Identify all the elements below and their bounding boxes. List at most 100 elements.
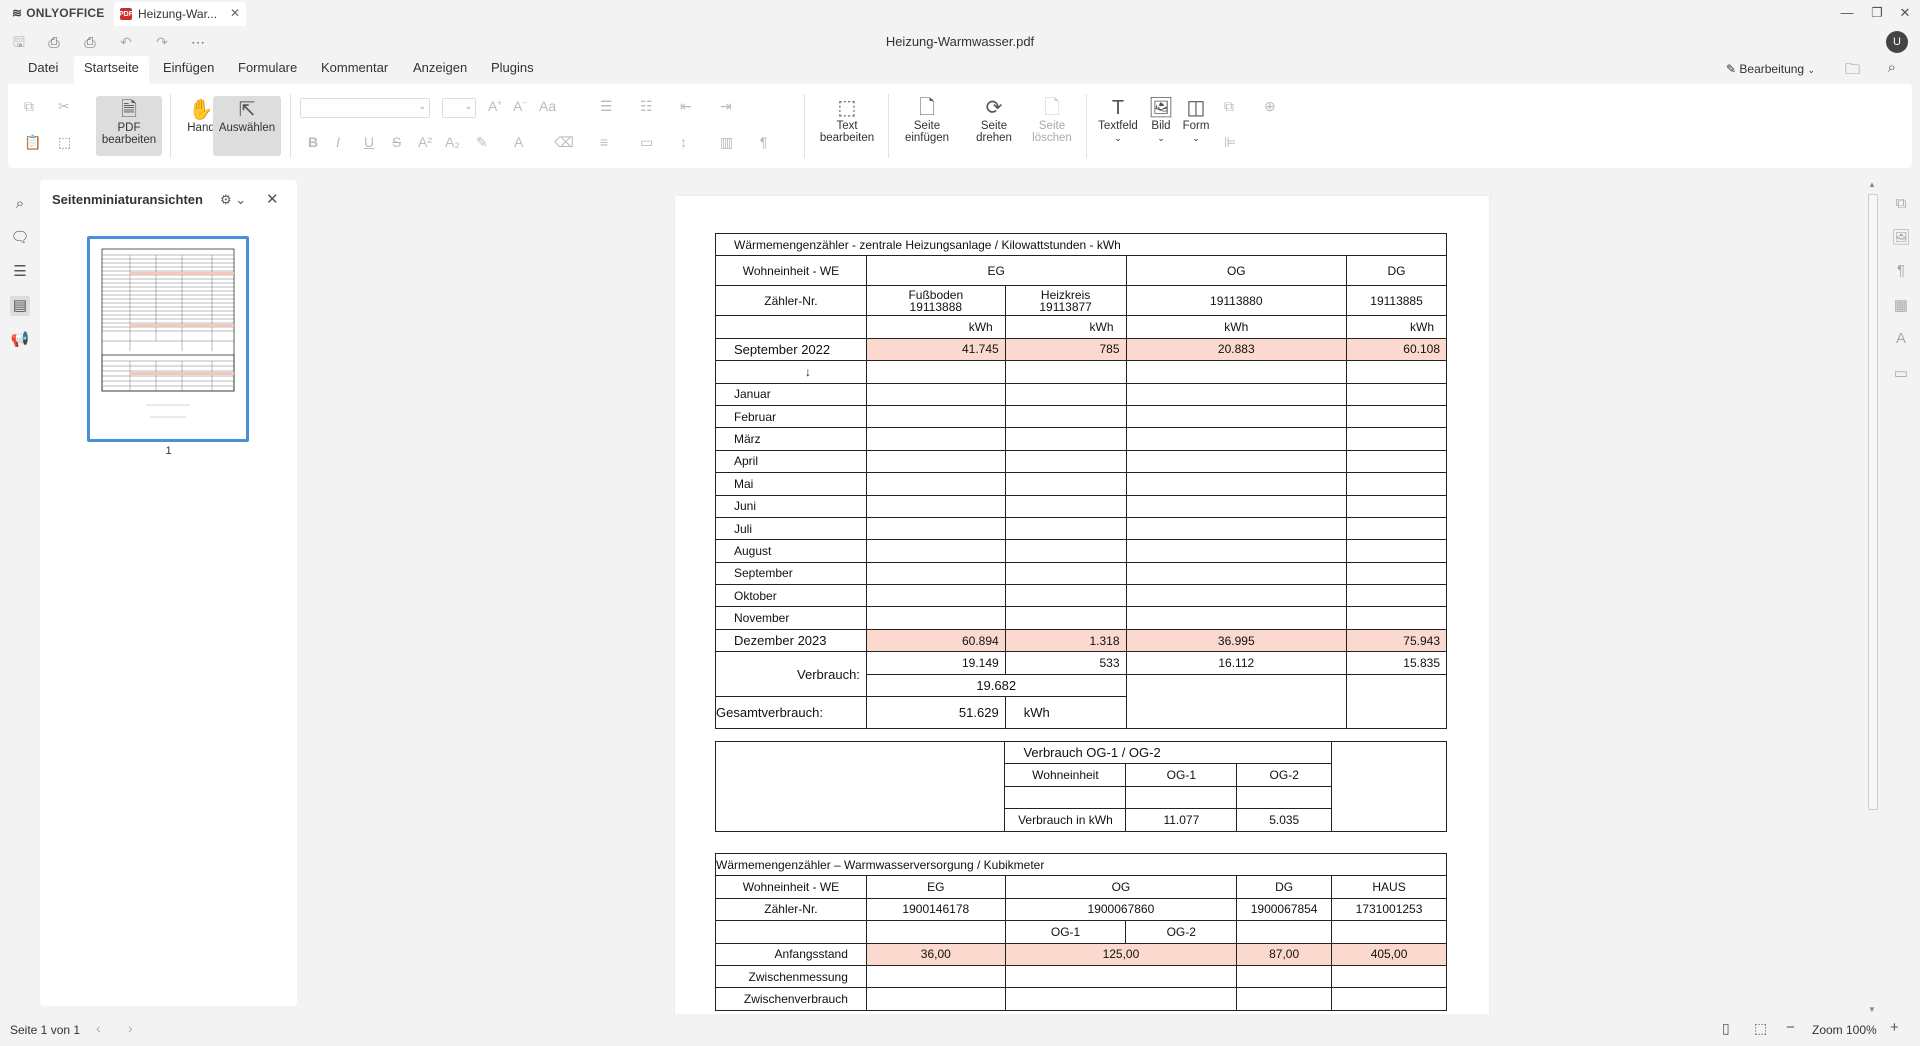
eg-circuit-meter: Heizkreis 19113877 (1004, 285, 1127, 317)
line-spacing-icon[interactable]: ↕ (680, 134, 687, 150)
shape-button[interactable]: ◫ Form ⌄ (1178, 96, 1214, 144)
scroll-up-icon[interactable]: ▲ (1868, 180, 1876, 189)
fit-width-icon[interactable]: ⬚ (1754, 1020, 1767, 1037)
meter-label: Zähler-Nr. (715, 897, 867, 922)
close-tab-icon[interactable]: ✕ (230, 6, 240, 20)
increase-font-icon[interactable]: A+ (488, 98, 502, 114)
redo-icon[interactable]: ↷ (151, 32, 173, 52)
font-color-icon[interactable]: A (514, 134, 523, 150)
edit-mode-dropdown[interactable]: ✎ Bearbeitung ⌄ (1726, 62, 1815, 76)
fit-page-icon[interactable]: ▯ (1722, 1020, 1730, 1037)
font-family-select[interactable]: ⌄ (300, 98, 430, 118)
text-edit-button[interactable]: ⬚ Text bearbeiten (816, 96, 878, 144)
italic-icon[interactable]: I (336, 134, 340, 150)
restore-icon[interactable]: ❐ (1868, 5, 1886, 21)
bold-icon[interactable]: B (308, 134, 318, 150)
textfield-button[interactable]: T Textfeld ⌄ (1090, 96, 1146, 144)
select-tool-button[interactable]: ⇱ Auswählen (213, 96, 281, 156)
tab-einfuegen[interactable]: Einfügen (153, 56, 224, 84)
quick-print-icon[interactable]: ⎙ (79, 32, 101, 52)
columns-icon[interactable]: ▥ (720, 134, 733, 151)
tab-plugins[interactable]: Plugins (481, 56, 544, 84)
decrease-indent-icon[interactable]: ⇤ (680, 98, 692, 115)
print-icon[interactable]: ⎙ (43, 32, 65, 52)
more-icon[interactable]: ⋯ (187, 32, 209, 52)
month-label: Mai (715, 472, 867, 496)
water-title: Wärmemengenzähler – Warmwasserversorgung… (715, 852, 1447, 877)
image-settings-icon[interactable]: 🖼 (1891, 228, 1911, 246)
save-icon[interactable]: 🖫 (8, 32, 30, 52)
pdf-edit-button[interactable]: 🗎 PDF bearbeiten (96, 96, 162, 156)
consumption-label: Verbrauch: (715, 651, 867, 698)
minimize-icon[interactable]: — (1838, 5, 1856, 20)
increase-indent-icon[interactable]: ⇥ (720, 98, 732, 115)
delete-page-button[interactable]: 🗋 Seite löschen (1026, 96, 1078, 144)
document-title: Heizung-Warmwasser.pdf (885, 34, 1035, 49)
subscript-icon[interactable]: A₂ (445, 134, 460, 150)
zoom-in-icon[interactable]: + (1890, 1019, 1899, 1036)
tab-formulare[interactable]: Formulare (228, 56, 307, 84)
align-objects-icon[interactable]: ⊫ (1224, 134, 1236, 151)
undo-icon[interactable]: ↶ (115, 32, 137, 52)
copy-icon[interactable]: ⧉ (24, 98, 34, 115)
change-case-icon[interactable]: Aa (539, 98, 556, 114)
page-indicator[interactable]: Seite 1 von 1 (10, 1023, 80, 1037)
previous-page-icon[interactable]: ‹ (96, 1020, 101, 1036)
insert-page-button[interactable]: 🗋 Seite einfügen (896, 96, 958, 144)
search-icon[interactable]: ⌕ (1888, 59, 1896, 76)
scrollbar-thumb[interactable] (1868, 194, 1878, 810)
tab-anzeigen[interactable]: Anzeigen (403, 56, 477, 84)
page-thumbnail-preview (101, 248, 235, 418)
feedback-icon[interactable]: 📢 (10, 330, 30, 350)
menu-tabs: Datei Startseite Einfügen Formulare Komm… (0, 56, 1920, 84)
vertical-scrollbar[interactable]: ▲ ▼ (1866, 180, 1880, 1014)
table-settings-icon[interactable]: ▦ (1891, 296, 1911, 314)
thumbnail-settings-icon[interactable]: ⚙ ⌄ (220, 192, 246, 208)
form-settings-icon[interactable]: ▭ (1891, 364, 1911, 382)
bullet-list-icon[interactable]: ☰ (600, 98, 613, 115)
table-row: Oktober (715, 584, 1447, 608)
close-window-icon[interactable]: ✕ (1896, 5, 1914, 21)
user-avatar[interactable]: U (1886, 31, 1908, 53)
decrease-font-icon[interactable]: A− (513, 98, 527, 114)
align-left-icon[interactable]: ≡ (600, 134, 608, 150)
group-icon[interactable]: ⊕ (1264, 98, 1276, 115)
comments-icon[interactable]: 🗨 (10, 228, 30, 248)
superscript-icon[interactable]: A² (418, 134, 432, 150)
scroll-down-icon[interactable]: ▼ (1868, 1005, 1876, 1014)
numbered-list-icon[interactable]: ☷ (640, 98, 653, 115)
open-file-location-icon[interactable]: 🗀 (1845, 59, 1860, 84)
font-size-select[interactable]: ⌄ (442, 98, 476, 118)
document-canvas[interactable]: Wärmemengenzähler - zentrale Heizungsanl… (297, 180, 1857, 1014)
paragraph-icon[interactable]: ¶ (760, 134, 768, 150)
page-thumbnail[interactable] (87, 236, 249, 442)
zoom-out-icon[interactable]: − (1786, 1019, 1795, 1036)
og-meter: 19113880 (1125, 285, 1348, 317)
close-panel-icon[interactable]: ✕ (266, 190, 279, 208)
select-all-icon[interactable]: ⬚ (58, 134, 71, 151)
underline-icon[interactable]: U (364, 134, 374, 150)
thumbnails-icon[interactable]: ▤ (10, 296, 30, 316)
paste-icon[interactable]: 📋 (24, 134, 41, 151)
cut-icon[interactable]: ✂ (58, 98, 70, 115)
eraser-icon[interactable]: ⌫ (554, 134, 574, 151)
highlight-icon[interactable]: ✎ (476, 134, 488, 151)
tab-datei[interactable]: Datei (18, 56, 68, 84)
rotate-page-button[interactable]: ⟳ Seite drehen (966, 96, 1022, 144)
image-button[interactable]: 🖼 Bild ⌄ (1146, 96, 1176, 144)
strikethrough-icon[interactable]: S (392, 134, 401, 150)
next-page-icon[interactable]: › (128, 1020, 133, 1036)
arrange-icon[interactable]: ⧉ (1224, 98, 1234, 115)
shape-settings-icon[interactable]: ⧉ (1891, 195, 1911, 212)
pdf-page[interactable]: Wärmemengenzähler - zentrale Heizungsanl… (675, 196, 1489, 1014)
haus-meter: 1731001253 (1331, 897, 1447, 922)
search-panel-icon[interactable]: ⌕ (10, 195, 30, 215)
paragraph-settings-icon[interactable]: ¶ (1891, 262, 1911, 279)
vertical-align-icon[interactable]: ▭ (640, 134, 653, 151)
tab-startseite[interactable]: Startseite (74, 56, 149, 84)
document-tab[interactable]: PDF Heizung-War... ✕ (114, 2, 246, 26)
tab-kommentar[interactable]: Kommentar (311, 56, 398, 84)
zoom-level[interactable]: Zoom 100% (1812, 1023, 1877, 1037)
text-art-settings-icon[interactable]: A (1891, 330, 1911, 347)
navigation-icon[interactable]: ☰ (10, 262, 30, 282)
